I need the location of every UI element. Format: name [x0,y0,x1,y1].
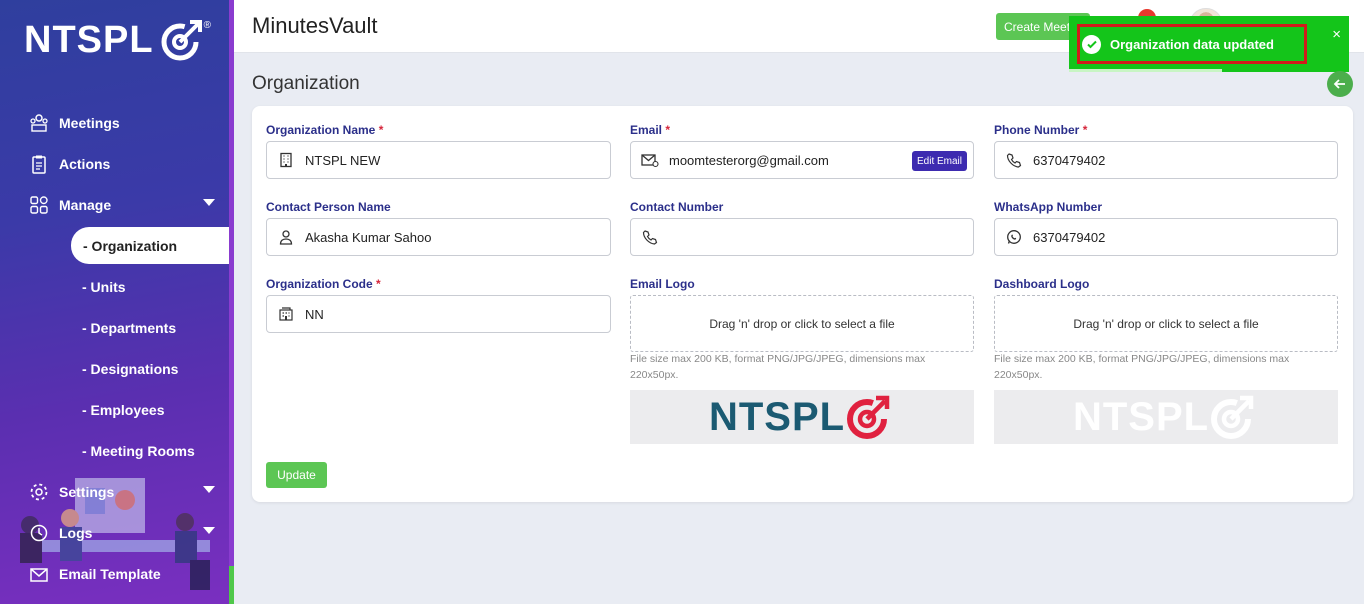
mail-at-icon [641,151,659,169]
sidebar-subitem-label: - Meeting Rooms [82,442,195,459]
sidebar-subitem-label: - Units [82,278,126,295]
contact-person-value: Akasha Kumar Sahoo [305,229,432,245]
logo-target-icon [161,20,202,61]
email-logo-preview: NTSPL [630,390,974,444]
email-value: moomtesterorg@gmail.com [669,152,829,168]
mail-icon [29,564,49,584]
sidebar-item-email-template[interactable]: Email Template [0,553,229,594]
phone-icon [641,228,659,246]
building-icon [277,151,295,169]
org-name-label: Organization Name * [266,123,384,137]
sidebar-subitem-units[interactable]: - Units [82,266,126,307]
sidebar-subitem-label: - Organization [83,237,178,254]
phone-field[interactable]: 6370479402 [994,141,1338,179]
contact-person-field[interactable]: Akasha Kumar Sahoo [266,218,611,256]
close-icon[interactable]: × [1332,26,1341,43]
contact-person-label: Contact Person Name [266,200,391,214]
logo-target-icon [1211,395,1254,439]
sidebar-edge [229,0,234,604]
org-code-field[interactable]: NN [266,295,611,333]
clipboard-icon [29,154,49,174]
sidebar-subitem-meeting-rooms[interactable]: - Meeting Rooms [82,430,195,471]
meetings-icon [29,113,49,133]
user-icon [277,228,295,246]
sidebar-subitem-employees[interactable]: - Employees [82,389,164,430]
email-logo-label: Email Logo [630,277,695,291]
update-button[interactable]: Update [266,462,327,488]
phone-value: 6370479402 [1033,152,1106,168]
toast-progress-bar [1069,69,1222,72]
check-circle-icon [1082,34,1101,54]
email-label: Email * [630,123,671,137]
phone-icon [1005,151,1023,169]
sidebar-edge-accent [229,566,234,604]
org-code-label: Organization Code * [266,277,381,291]
phone-label: Phone Number * [994,123,1088,137]
sidebar-item-label: Email Template [59,565,161,582]
success-toast: Organization data updated × [1069,16,1349,72]
clock-icon [29,523,49,543]
dashboard-logo-label: Dashboard Logo [994,277,1090,291]
email-field[interactable]: moomtesterorg@gmail.com Edit Email [630,141,974,179]
dashboard-logo-preview: NTSPL [994,390,1338,444]
sidebar-item-label: Manage [59,196,112,213]
sidebar-item-label: Meetings [59,114,120,131]
whatsapp-value: 6370479402 [1033,229,1106,245]
org-code-value: NN [305,306,324,322]
office-building-icon [277,305,295,323]
back-button[interactable] [1327,71,1353,97]
page-title: Organization [252,73,360,94]
sidebar-item-label: Settings [59,483,115,500]
whatsapp-icon [1005,228,1023,246]
org-name-value: NTSPL NEW [305,152,381,168]
email-logo-hint: File size max 200 KB, format PNG/JPG/JPE… [630,353,926,381]
chevron-down-icon [203,527,215,534]
sidebar-subitem-label: - Employees [82,401,165,418]
sidebar-subitem-departments[interactable]: - Departments [82,307,176,348]
grid-icon [29,195,49,215]
sidebar-item-meetings[interactable]: Meetings [0,102,229,143]
sidebar-subitem-label: - Designations [82,360,179,377]
org-name-field[interactable]: NTSPL NEW [266,141,611,179]
whatsapp-label: WhatsApp Number [994,200,1102,214]
email-logo-preview-text: NTSPL [708,394,846,439]
sidebar: NTSPL ® Meetings Actions Manage - Organi… [0,0,229,604]
gear-icon [29,482,49,502]
sidebar-item-actions[interactable]: Actions [0,143,229,184]
sidebar-subitem-designations[interactable]: - Designations [82,348,178,389]
toast-message: Organization data updated [1110,36,1274,52]
contact-number-field[interactable] [630,218,974,256]
contact-number-label: Contact Number [630,200,724,214]
sidebar-subitem-organization[interactable]: - Organization [71,227,229,264]
sidebar-subitem-label: - Departments [82,319,177,336]
edit-email-button[interactable]: Edit Email [911,151,967,171]
chevron-down-icon [203,199,215,206]
sidebar-item-label: Actions [59,155,111,172]
logo-registered: ® [203,20,211,31]
organization-form-card: Organization Name * NTSPL NEW Email * mo… [252,106,1353,502]
logo-text: NTSPL [24,18,154,61]
chevron-down-icon [203,486,215,493]
sidebar-item-logs[interactable]: Logs [0,512,229,553]
brand-logo[interactable]: NTSPL ® [24,18,211,62]
dashboard-logo-preview-text: NTSPL [1072,394,1210,439]
dashboard-logo-dropzone[interactable]: Drag 'n' drop or click to select a file [994,295,1338,352]
whatsapp-field[interactable]: 6370479402 [994,218,1338,256]
sidebar-item-manage[interactable]: Manage [0,184,229,225]
app-title: MinutesVault [252,13,378,38]
dashboard-logo-hint: File size max 200 KB, format PNG/JPG/JPE… [994,353,1290,381]
toast-highlight: Organization data updated [1077,24,1307,64]
email-logo-dropzone[interactable]: Drag 'n' drop or click to select a file [630,295,974,352]
arrow-left-icon [1333,79,1345,89]
logo-target-icon [847,395,890,439]
sidebar-item-settings[interactable]: Settings [0,471,229,512]
sidebar-item-label: Logs [59,524,93,541]
